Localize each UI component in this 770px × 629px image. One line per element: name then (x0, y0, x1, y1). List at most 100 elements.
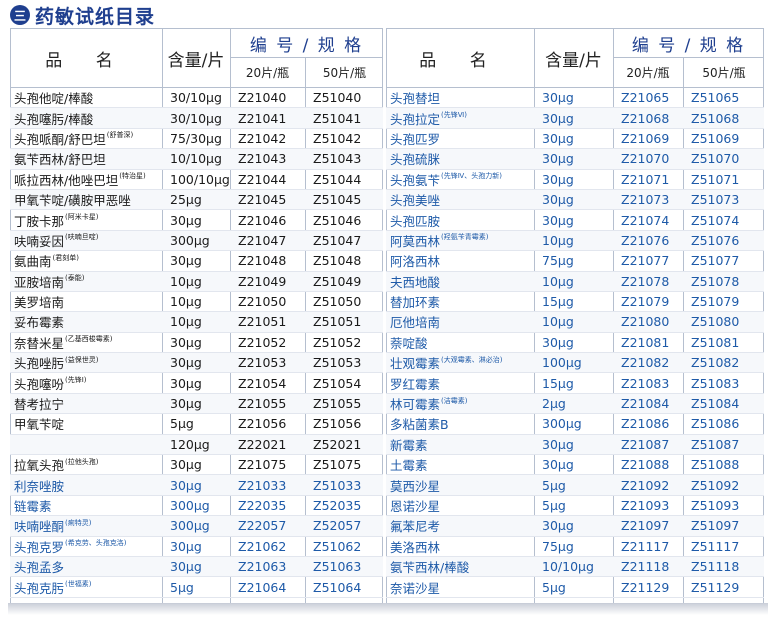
drug-name-cell: 头孢哌酮/舒巴坦 (舒普深) (10, 129, 166, 148)
code-50-per-bottle: Z51054 (313, 375, 362, 391)
code-20-per-bottle: Z21050 (238, 294, 287, 310)
code-50-per-bottle: Z51080 (691, 314, 740, 330)
code-20-per-bottle: Z21051 (238, 314, 287, 330)
code-50-per-bottle: Z51078 (691, 273, 740, 289)
code-50-per-bottle: Z51081 (691, 334, 740, 350)
drug-name-cell: 厄他培南 (386, 312, 538, 331)
drug-name-cell: 新霉素 (386, 435, 538, 454)
drug-name-cell: 萘啶酸 (386, 333, 538, 352)
code-50-per-bottle: Z51097 (691, 518, 740, 534)
drug-name: 萘啶酸 (390, 335, 428, 351)
content-per-disc: 30μg (542, 457, 574, 473)
content-per-disc: 10μg (170, 294, 202, 310)
drug-alias-note: (羟氨苄青霉素) (441, 233, 489, 242)
code-20-per-bottle: Z21048 (238, 253, 287, 269)
code-50-per-bottle: Z51056 (313, 416, 362, 432)
content-per-disc: 30μg (170, 375, 202, 391)
drug-name: 阿洛西林 (390, 254, 441, 270)
code-50-per-bottle: Z51075 (313, 457, 362, 473)
code-20-per-bottle: Z21054 (238, 375, 287, 391)
table-row: 氟苯尼考 30μg Z21097 Z51097 (386, 516, 764, 537)
header-qty: 含量/片 (545, 50, 602, 71)
code-20-per-bottle: Z21071 (621, 171, 670, 187)
drug-name-cell: 妥布霉素 (10, 312, 166, 331)
drug-name: 氨苄西林/舒巴坦 (14, 152, 106, 168)
table-row: 头孢克罗 (希克劳、头孢克洛) 30μg Z21062 Z51062 (10, 537, 383, 557)
drug-name-cell: 罗红霉素 (386, 373, 538, 392)
table-row: 头孢唑肟 (益保世灵) 30μg Z21053 Z51053 (10, 353, 383, 374)
drug-name: 林可霉素 (390, 397, 441, 413)
content-per-disc: 5μg (542, 579, 566, 595)
code-20-per-bottle: Z21042 (238, 130, 287, 146)
right-table: 品 名 含量/片 编 号 / 规 格 20片/瓶 50片/瓶 头孢替坦 30μg Z… (386, 28, 764, 604)
code-50-per-bottle: Z51049 (313, 273, 362, 289)
code-50-per-bottle: Z51050 (313, 294, 362, 310)
content-per-disc: 5μg (170, 416, 194, 432)
code-50-per-bottle: Z52057 (313, 518, 362, 534)
drug-alias-note: (希克劳、头孢克洛) (65, 539, 127, 548)
code-20-per-bottle: Z21068 (621, 110, 670, 126)
drug-name: 呋喃唑酮 (14, 519, 65, 535)
content-per-disc: 100/10μg (170, 171, 230, 187)
drug-name: 头孢硫脒 (390, 152, 441, 168)
drug-name: 头孢替坦 (390, 91, 441, 107)
drug-name-cell: 头孢克肟 (世福素) (10, 577, 166, 596)
drug-name-cell: 阿洛西林 (386, 251, 538, 270)
code-20-per-bottle: Z21047 (238, 232, 287, 248)
table-row: 丁胺卡那 (阿米卡星) 30μg Z21046 Z51046 (10, 210, 383, 231)
content-per-disc: 30μg (170, 457, 202, 473)
code-20-per-bottle: Z21118 (621, 559, 670, 575)
drug-alias-note: (呋喃旦啶) (65, 233, 99, 242)
code-20-per-bottle: Z21074 (621, 212, 670, 228)
code-50-per-bottle: Z51076 (691, 232, 740, 248)
table-row: 新霉素 30μg Z21087 Z51087 (386, 434, 764, 456)
content-per-disc: 75/30μg (170, 130, 222, 146)
content-per-disc: 30μg (542, 110, 574, 126)
code-50-per-bottle: Z51047 (313, 232, 362, 248)
left-table-body: 头孢他啶/棒酸 30/10μg Z21040 Z51040 头孢噻肟/棒酸 30/10μg… (10, 88, 383, 598)
drug-name-cell: 头孢匹胺 (386, 210, 538, 229)
content-per-disc: 30/10μg (170, 90, 222, 106)
drug-name: 土霉素 (390, 458, 428, 474)
code-50-per-bottle: Z51070 (691, 151, 740, 167)
drug-alias-note: (大观霉素、淋必治) (441, 355, 503, 364)
code-50-per-bottle: Z51129 (691, 579, 740, 595)
drug-name: 美罗培南 (14, 295, 65, 311)
table-row: 头孢氨苄 (先锋Ⅳ、头孢力新) 30μg Z21071 Z51071 (386, 170, 764, 190)
content-per-disc: 30μg (542, 171, 574, 187)
code-50-per-bottle: Z51033 (313, 477, 362, 493)
table-row: 林可霉素 (洁霉素) 2μg Z21084 Z51084 (386, 393, 764, 415)
content-per-disc: 300μg (170, 518, 210, 534)
code-20-per-bottle: Z21043 (238, 151, 287, 167)
drug-name: 哌拉西林/他唑巴坦 (14, 172, 119, 188)
code-20-per-bottle: Z21055 (238, 396, 287, 412)
content-per-disc: 75μg (542, 538, 574, 554)
code-50-per-bottle: Z51044 (313, 171, 362, 187)
code-50-per-bottle: Z51051 (313, 314, 362, 330)
drug-name-cell: 氨曲南 (君刻单) (10, 251, 166, 270)
content-per-disc: 2μg (542, 396, 566, 412)
table-row: 亚胺培南 (泰能) 10μg Z21049 Z51049 (10, 271, 383, 292)
drug-name: 链霉素 (14, 499, 52, 514)
page-shadow (8, 603, 768, 615)
code-50-per-bottle: Z51079 (691, 294, 740, 310)
right-table-header: 品 名 含量/片 编 号 / 规 格 20片/瓶 50片/瓶 (386, 29, 764, 88)
drug-name: 奈替米星 (14, 335, 65, 351)
drug-name-cell: 奈替米星 (乙基西梭霉素) (10, 333, 166, 352)
drug-alias-note: (君刻单) (52, 253, 79, 262)
drug-name-cell: 拉氧头孢 (拉他头孢) (10, 455, 166, 474)
drug-name: 头孢匹罗 (390, 131, 441, 147)
drug-name: 头孢孟多 (14, 560, 65, 576)
code-20-per-bottle: Z21075 (238, 457, 287, 473)
content-per-disc: 10μg (170, 273, 202, 289)
code-50-per-bottle: Z51077 (691, 253, 740, 269)
content-per-disc: 15μg (542, 294, 574, 310)
code-50-per-bottle: Z51069 (691, 130, 740, 146)
drug-name: 替加环素 (390, 295, 441, 311)
code-50-per-bottle: Z51042 (313, 130, 362, 146)
code-50-per-bottle: Z51043 (313, 151, 362, 167)
content-per-disc: 5μg (170, 579, 194, 595)
content-per-disc: 30μg (170, 396, 202, 412)
drug-name-cell: 头孢氨苄 (先锋Ⅳ、头孢力新) (386, 170, 538, 189)
header-50-per-bottle: 50片/瓶 (322, 66, 367, 80)
